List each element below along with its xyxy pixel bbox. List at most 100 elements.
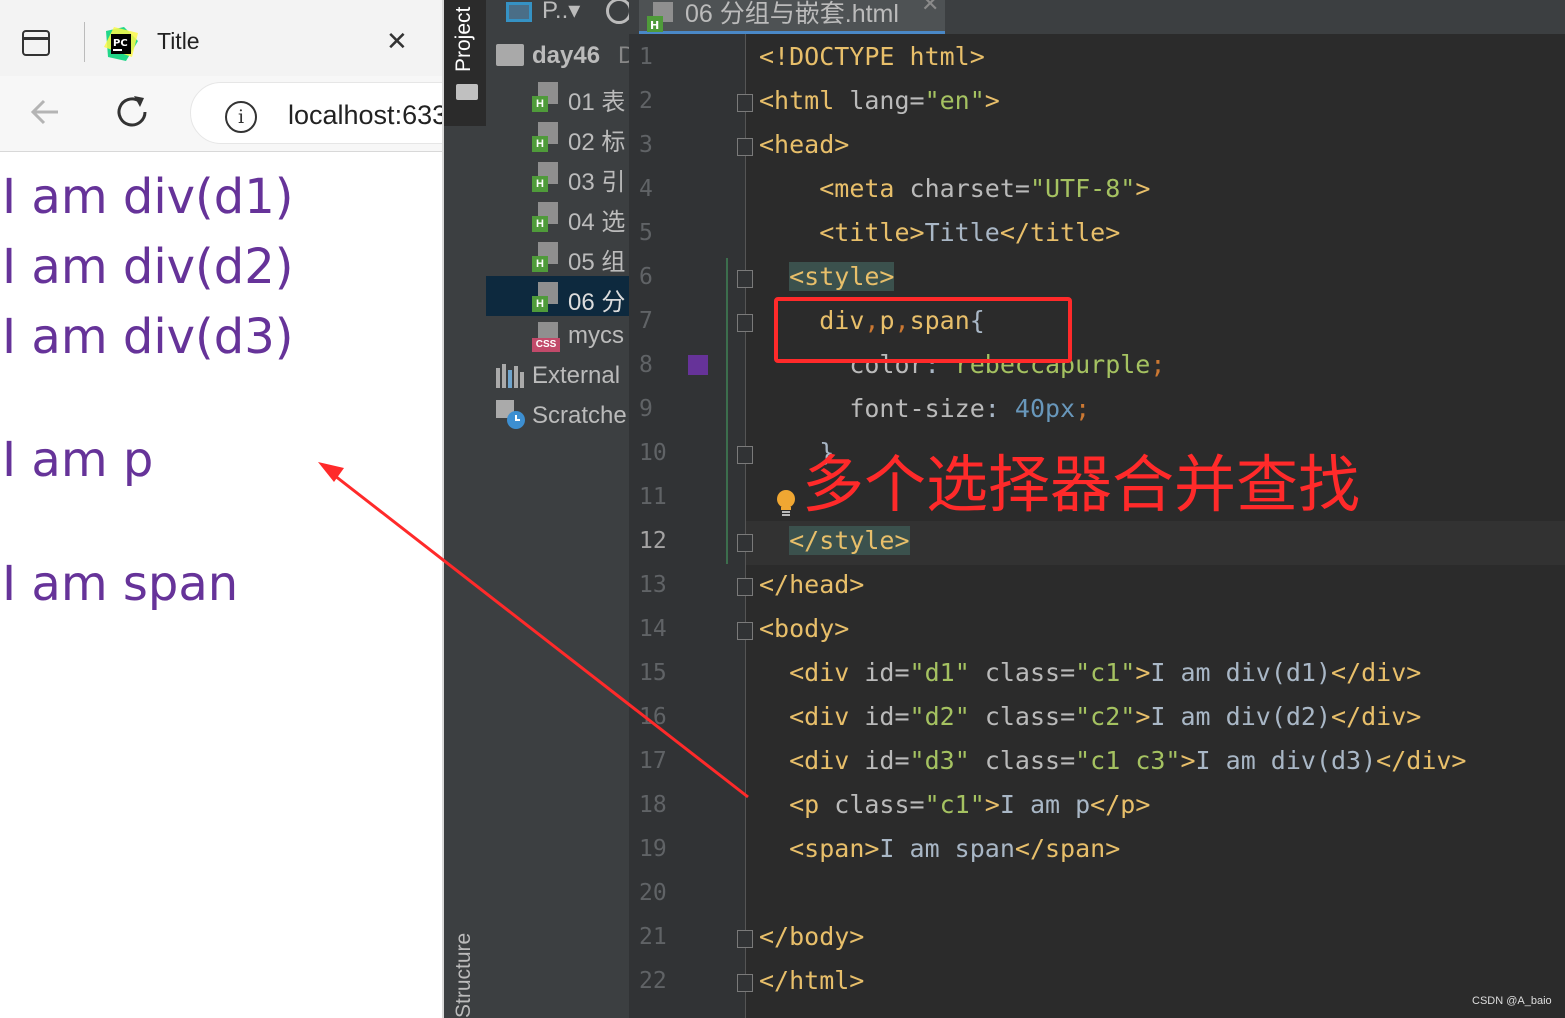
line-number[interactable]: 15 [639, 660, 679, 686]
tree-file-label: 06 分 [568, 289, 626, 316]
tree-scratches[interactable]: Scratche [486, 396, 629, 436]
line-number[interactable]: 7 [639, 308, 679, 334]
line-number[interactable]: 9 [639, 396, 679, 422]
tab-close-icon[interactable]: ✕ [386, 28, 408, 56]
code-line-21[interactable]: </body> [759, 922, 864, 951]
code-token: <!DOCTYPE html> [759, 42, 985, 71]
line-number[interactable]: 2 [639, 88, 679, 114]
line-number[interactable]: 10 [639, 440, 679, 466]
code-line-2[interactable]: <html lang="en"> [759, 86, 1000, 115]
browser-tab-title[interactable]: Title [157, 28, 200, 55]
code-line-16[interactable]: <div id="d2" class="c2">I am div(d2)</di… [759, 702, 1421, 731]
line-number[interactable]: 21 [639, 924, 679, 950]
code-line-22[interactable]: </html> [759, 966, 864, 995]
fold-marker[interactable] [737, 578, 753, 596]
fold-marker[interactable] [737, 446, 753, 464]
reload-icon[interactable] [112, 92, 152, 132]
tree-file-mycss[interactable]: CSS mycs [486, 316, 629, 356]
code-line-12[interactable]: </style> [759, 526, 910, 555]
code-line-1[interactable]: <!DOCTYPE html> [759, 42, 985, 71]
tree-file-05[interactable]: H 05 组 [486, 236, 629, 276]
html-file-icon: H [532, 122, 562, 154]
tree-file-02[interactable]: H 02 标 [486, 116, 629, 156]
svg-text:H: H [650, 19, 659, 32]
code-token: I am p [999, 790, 1091, 819]
code-token: I am div(d3) [1195, 746, 1377, 775]
line-number[interactable]: 18 [639, 792, 679, 818]
url-text[interactable]: localhost:633 [288, 100, 442, 131]
color-preview-swatch[interactable] [688, 355, 708, 375]
code-line-9[interactable]: font-size: 40px; [759, 394, 1090, 423]
line-number[interactable]: 19 [639, 836, 679, 862]
info-icon[interactable]: i [225, 101, 257, 133]
browser-toolbar: i localhost:633 [0, 76, 442, 152]
lightbulb-icon[interactable] [775, 489, 797, 519]
tree-file-01[interactable]: H 01 表 [486, 76, 629, 116]
project-tool-button[interactable]: Project [444, 0, 486, 126]
code-token: "d2" [909, 702, 970, 731]
project-tool-label[interactable]: Project [452, 7, 476, 72]
tree-file-label: 05 组 [568, 249, 626, 276]
code-token: </html> [759, 966, 865, 995]
fold-marker[interactable] [737, 138, 753, 156]
line-number[interactable]: 11 [639, 484, 679, 510]
tab-separator [84, 22, 85, 62]
tree-external-libraries[interactable]: External [486, 356, 629, 396]
fold-marker[interactable] [737, 314, 753, 332]
line-number[interactable]: 17 [639, 748, 679, 774]
html-file-icon: H [532, 202, 562, 234]
rendered-div-d1: I am div(d1) [2, 169, 294, 225]
project-view-selector[interactable]: P..▾ [542, 0, 580, 25]
editor-tab-close-icon[interactable]: ✕ [921, 0, 939, 17]
line-number[interactable]: 14 [639, 616, 679, 642]
fold-marker[interactable] [737, 534, 753, 552]
line-number[interactable]: 1 [639, 44, 679, 70]
locate-file-icon[interactable] [606, 0, 629, 24]
html-file-icon: H [532, 242, 562, 274]
tree-file-04[interactable]: H 04 选 [486, 196, 629, 236]
sidebar-toggle-icon[interactable] [22, 30, 50, 56]
code-token: "UTF-8" [1029, 174, 1136, 203]
code-line-18[interactable]: <p class="c1">I am p</p> [759, 790, 1150, 819]
line-number[interactable]: 22 [639, 968, 679, 994]
line-number[interactable]: 16 [639, 704, 679, 730]
line-number[interactable]: 3 [639, 132, 679, 158]
code-token: <head> [759, 130, 850, 159]
code-token: id= [849, 658, 910, 687]
line-number[interactable]: 13 [639, 572, 679, 598]
fold-marker[interactable] [737, 930, 753, 948]
line-number[interactable]: 6 [639, 264, 679, 290]
line-number[interactable]: 4 [639, 176, 679, 202]
editor-tab-label[interactable]: 06 分组与嵌套.html [685, 0, 899, 30]
back-arrow-icon[interactable] [28, 94, 64, 138]
code-line-6[interactable]: <style> [759, 262, 895, 291]
code-line-4[interactable]: <meta charset="UTF-8"> [759, 174, 1150, 203]
tree-external-label: External [532, 362, 621, 389]
fold-marker[interactable] [737, 974, 753, 992]
code-token: "c1 c3" [1075, 746, 1181, 775]
tree-file-label: 04 选 [568, 209, 626, 236]
code-line-3[interactable]: <head> [759, 130, 849, 159]
address-bar[interactable]: i localhost:633 [190, 82, 442, 144]
fold-marker[interactable] [737, 622, 753, 640]
line-number[interactable]: 5 [639, 220, 679, 246]
fold-marker[interactable] [737, 94, 753, 112]
code-line-13[interactable]: </head> [759, 570, 864, 599]
fold-marker[interactable] [737, 270, 753, 288]
code-line-17[interactable]: <div id="d3" class="c1 c3">I am div(d3)<… [759, 746, 1466, 775]
tree-root-day46[interactable]: day46 D [486, 36, 629, 76]
code-line-5[interactable]: <title>Title</title> [759, 218, 1120, 247]
line-number[interactable]: 20 [639, 880, 679, 906]
tree-file-06[interactable]: H 06 分 [486, 276, 629, 316]
editor-tab-active[interactable]: H 06 分组与嵌套.html ✕ [639, 0, 945, 34]
code-token: class= [969, 746, 1076, 775]
structure-tool-label[interactable]: Structure [452, 933, 476, 1018]
line-number[interactable]: 8 [639, 352, 679, 378]
tree-file-03[interactable]: H 03 引 [486, 156, 629, 196]
html-file-icon: H [532, 282, 562, 314]
code-line-14[interactable]: <body> [759, 614, 849, 643]
code-line-15[interactable]: <div id="d1" class="c1">I am div(d1)</di… [759, 658, 1421, 687]
code-line-19[interactable]: <span>I am span</span> [759, 834, 1120, 863]
line-number[interactable]: 12 [639, 528, 679, 554]
code-token: > [1135, 658, 1151, 687]
